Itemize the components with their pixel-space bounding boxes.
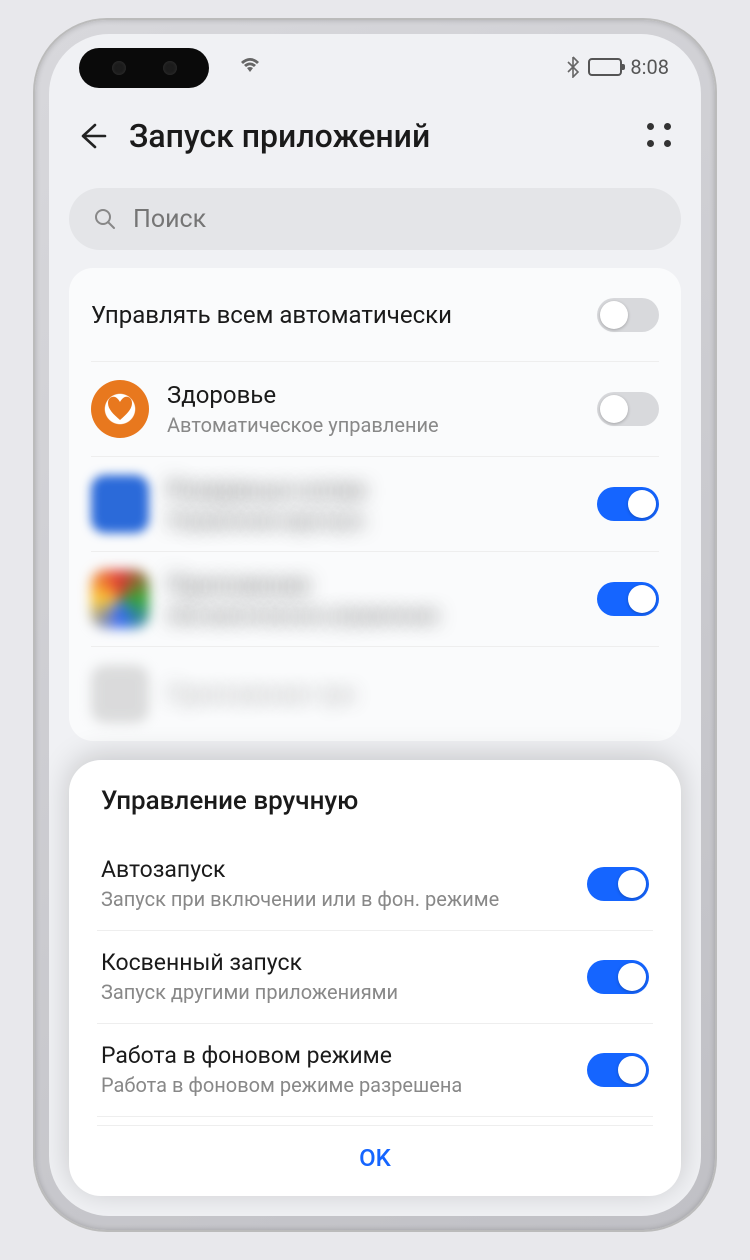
notch bbox=[79, 48, 209, 88]
app-name: Здоровье bbox=[167, 381, 579, 409]
search-icon bbox=[93, 207, 117, 231]
phone-frame: 8:08 Запуск приложений Упр bbox=[35, 20, 715, 1230]
header: Запуск приложений bbox=[49, 100, 701, 172]
app-toggle-health[interactable] bbox=[597, 392, 659, 426]
sheet-row-title: Автозапуск bbox=[101, 856, 569, 883]
manage-all-row: Управлять всем автоматически bbox=[91, 268, 659, 362]
manual-manage-sheet: Управление вручную Автозапуск Запуск при… bbox=[69, 760, 681, 1196]
autostart-toggle[interactable] bbox=[587, 867, 649, 901]
manage-all-toggle[interactable] bbox=[597, 298, 659, 332]
search-field[interactable] bbox=[69, 188, 681, 250]
search-wrap bbox=[49, 172, 701, 268]
app-sub: Автоматическое управление bbox=[167, 603, 579, 627]
app-icon bbox=[91, 570, 149, 628]
screen: 8:08 Запуск приложений Упр bbox=[49, 34, 701, 1216]
app-row-partial: Приложение три bbox=[91, 647, 659, 741]
sheet-row-sub: Запуск другими приложениями bbox=[101, 979, 569, 1005]
sheet-row-title: Косвенный запуск bbox=[101, 949, 569, 976]
app-row: Приложение Автоматическое управление bbox=[91, 552, 659, 647]
app-sub: Автоматическое управление bbox=[167, 413, 579, 437]
app-toggle[interactable] bbox=[597, 582, 659, 616]
sheet-row-indirect: Косвенный запуск Запуск другими приложен… bbox=[97, 931, 653, 1024]
status-time: 8:08 bbox=[630, 55, 669, 79]
app-name: Приложение три bbox=[167, 680, 659, 708]
app-icon bbox=[91, 475, 149, 533]
app-sub: Управление вручную bbox=[167, 508, 579, 532]
sheet-row-sub: Работа в фоновом режиме разрешена bbox=[101, 1072, 569, 1098]
app-row: Резервные копии Управление вручную bbox=[91, 457, 659, 552]
app-name: Резервные копии bbox=[167, 476, 579, 504]
app-list-panel: Управлять всем автоматически Здоровье Ав… bbox=[69, 268, 681, 741]
sheet-row-background: Работа в фоновом режиме Работа в фоновом… bbox=[97, 1024, 653, 1117]
ok-button[interactable]: OK bbox=[97, 1125, 653, 1178]
sheet-row-sub: Запуск при включении или в фон. режиме bbox=[101, 886, 569, 912]
app-name: Приложение bbox=[167, 571, 579, 599]
app-icon bbox=[91, 665, 149, 723]
sheet-row-title: Работа в фоновом режиме bbox=[101, 1042, 569, 1069]
menu-button[interactable] bbox=[645, 121, 675, 151]
health-icon bbox=[91, 380, 149, 438]
search-input[interactable] bbox=[133, 205, 657, 234]
app-toggle[interactable] bbox=[597, 487, 659, 521]
indirect-launch-toggle[interactable] bbox=[587, 960, 649, 994]
battery-icon bbox=[588, 58, 622, 76]
app-row-health: Здоровье Автоматическое управление bbox=[91, 362, 659, 457]
sheet-title: Управление вручную bbox=[97, 786, 653, 816]
back-button[interactable] bbox=[75, 119, 109, 153]
page-title: Запуск приложений bbox=[129, 117, 625, 155]
manage-all-label: Управлять всем автоматически bbox=[91, 301, 579, 329]
sheet-row-autostart: Автозапуск Запуск при включении или в фо… bbox=[97, 838, 653, 931]
bluetooth-icon bbox=[566, 56, 580, 78]
wifi-icon bbox=[239, 56, 261, 74]
background-toggle[interactable] bbox=[587, 1053, 649, 1087]
